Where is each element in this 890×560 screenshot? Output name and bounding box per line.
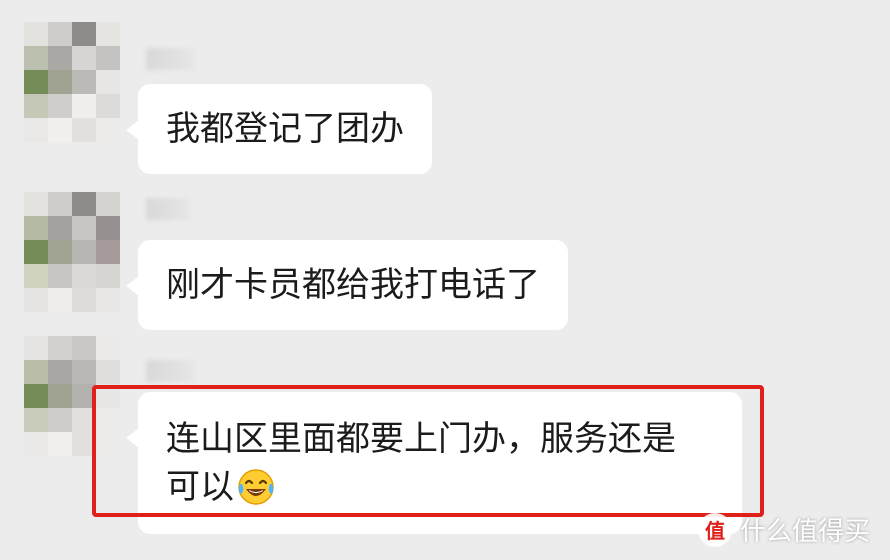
avatar-mosaic-tile <box>24 360 48 384</box>
avatar-mosaic-tile <box>72 46 96 70</box>
avatar-mosaic-tile <box>48 264 72 288</box>
avatar-mosaic-tile <box>24 46 48 70</box>
avatar-mosaic-tile <box>96 94 120 118</box>
avatar-mosaic-tile <box>48 70 72 94</box>
avatar-mosaic-tile <box>48 288 72 312</box>
avatar-mosaic-tile <box>96 384 120 408</box>
avatar-mosaic-tile <box>48 22 72 46</box>
avatar-mosaic-tile <box>48 94 72 118</box>
watermark-text: 什么值得买 <box>739 517 870 547</box>
avatar[interactable] <box>24 192 120 312</box>
avatar-mosaic-tile <box>72 118 96 142</box>
avatar-mosaic-tile <box>96 264 120 288</box>
avatar-mosaic-tile <box>24 288 48 312</box>
avatar-mosaic-tile <box>72 408 96 432</box>
avatar-mosaic-tile <box>48 192 72 216</box>
chat-window: 我都登记了团办 刚才卡员都给我打电话了 连山区里面都要上门办，服务还是 可以 值… <box>0 0 890 560</box>
avatar-mosaic-tile <box>48 384 72 408</box>
avatar-mosaic-tile <box>48 240 72 264</box>
message-text-line-2: 可以 <box>166 467 234 507</box>
avatar-mosaic-tile <box>24 118 48 142</box>
avatar-mosaic-tile <box>24 192 48 216</box>
avatar-mosaic-tile <box>48 408 72 432</box>
avatar-mosaic-tile <box>96 46 120 70</box>
avatar-mosaic-tile <box>24 22 48 46</box>
avatar-mosaic-tile <box>24 94 48 118</box>
sender-name-blurred <box>146 48 194 70</box>
avatar-mosaic-tile <box>96 192 120 216</box>
avatar-mosaic-tile <box>48 432 72 456</box>
avatar-mosaic-tile <box>72 216 96 240</box>
message-bubble[interactable]: 刚才卡员都给我打电话了 <box>126 240 568 330</box>
avatar-mosaic-tile <box>96 288 120 312</box>
avatar-mosaic-tile <box>72 336 96 360</box>
avatar-mosaic-tile <box>96 360 120 384</box>
avatar-mosaic-tile <box>96 70 120 94</box>
message-bubble[interactable]: 我都登记了团办 <box>126 84 432 174</box>
avatar[interactable] <box>24 336 120 456</box>
avatar-mosaic-tile <box>72 384 96 408</box>
avatar-mosaic-tile <box>96 336 120 360</box>
avatar-mosaic-tile <box>96 118 120 142</box>
avatar-mosaic-tile <box>96 408 120 432</box>
message-bubble[interactable]: 连山区里面都要上门办，服务还是 可以 <box>126 392 742 534</box>
avatar-mosaic-tile <box>24 432 48 456</box>
watermark-logo-icon: 值 <box>697 512 732 547</box>
avatar-mosaic-tile <box>24 70 48 94</box>
message-text: 刚才卡员都给我打电话了 <box>166 265 540 305</box>
avatar-mosaic-tile <box>72 264 96 288</box>
avatar-mosaic-tile <box>48 46 72 70</box>
avatar-mosaic-tile <box>72 288 96 312</box>
avatar-mosaic-tile <box>24 336 48 360</box>
avatar-mosaic-tile <box>48 360 72 384</box>
avatar-mosaic-tile <box>96 22 120 46</box>
avatar-mosaic-tile <box>48 216 72 240</box>
avatar-mosaic-tile <box>72 70 96 94</box>
sender-name-blurred <box>146 198 190 220</box>
avatar-mosaic-tile <box>24 216 48 240</box>
avatar-mosaic-tile <box>24 408 48 432</box>
avatar-mosaic-tile <box>72 360 96 384</box>
avatar-mosaic-tile <box>96 216 120 240</box>
message-text-line-1: 连山区里面都要上门办，服务还是 <box>166 419 676 459</box>
avatar-mosaic-tile <box>24 264 48 288</box>
avatar-mosaic-tile <box>24 240 48 264</box>
avatar[interactable] <box>24 22 120 142</box>
avatar-mosaic-tile <box>72 240 96 264</box>
sender-name-blurred <box>146 360 194 382</box>
avatar-mosaic-tile <box>72 94 96 118</box>
avatar-mosaic-tile <box>72 22 96 46</box>
avatar-mosaic-tile <box>96 240 120 264</box>
avatar-mosaic-tile <box>48 336 72 360</box>
avatar-mosaic-tile <box>24 384 48 408</box>
avatar-mosaic-tile <box>48 118 72 142</box>
avatar-mosaic-tile <box>72 192 96 216</box>
watermark: 值 什么值得买 <box>697 511 870 548</box>
avatar-mosaic-tile <box>96 432 120 456</box>
message-text: 我都登记了团办 <box>166 109 404 149</box>
message-text-line-2-row: 可以 <box>166 463 714 511</box>
avatar-mosaic-tile <box>72 432 96 456</box>
laughing-tears-emoji-icon <box>238 469 274 505</box>
